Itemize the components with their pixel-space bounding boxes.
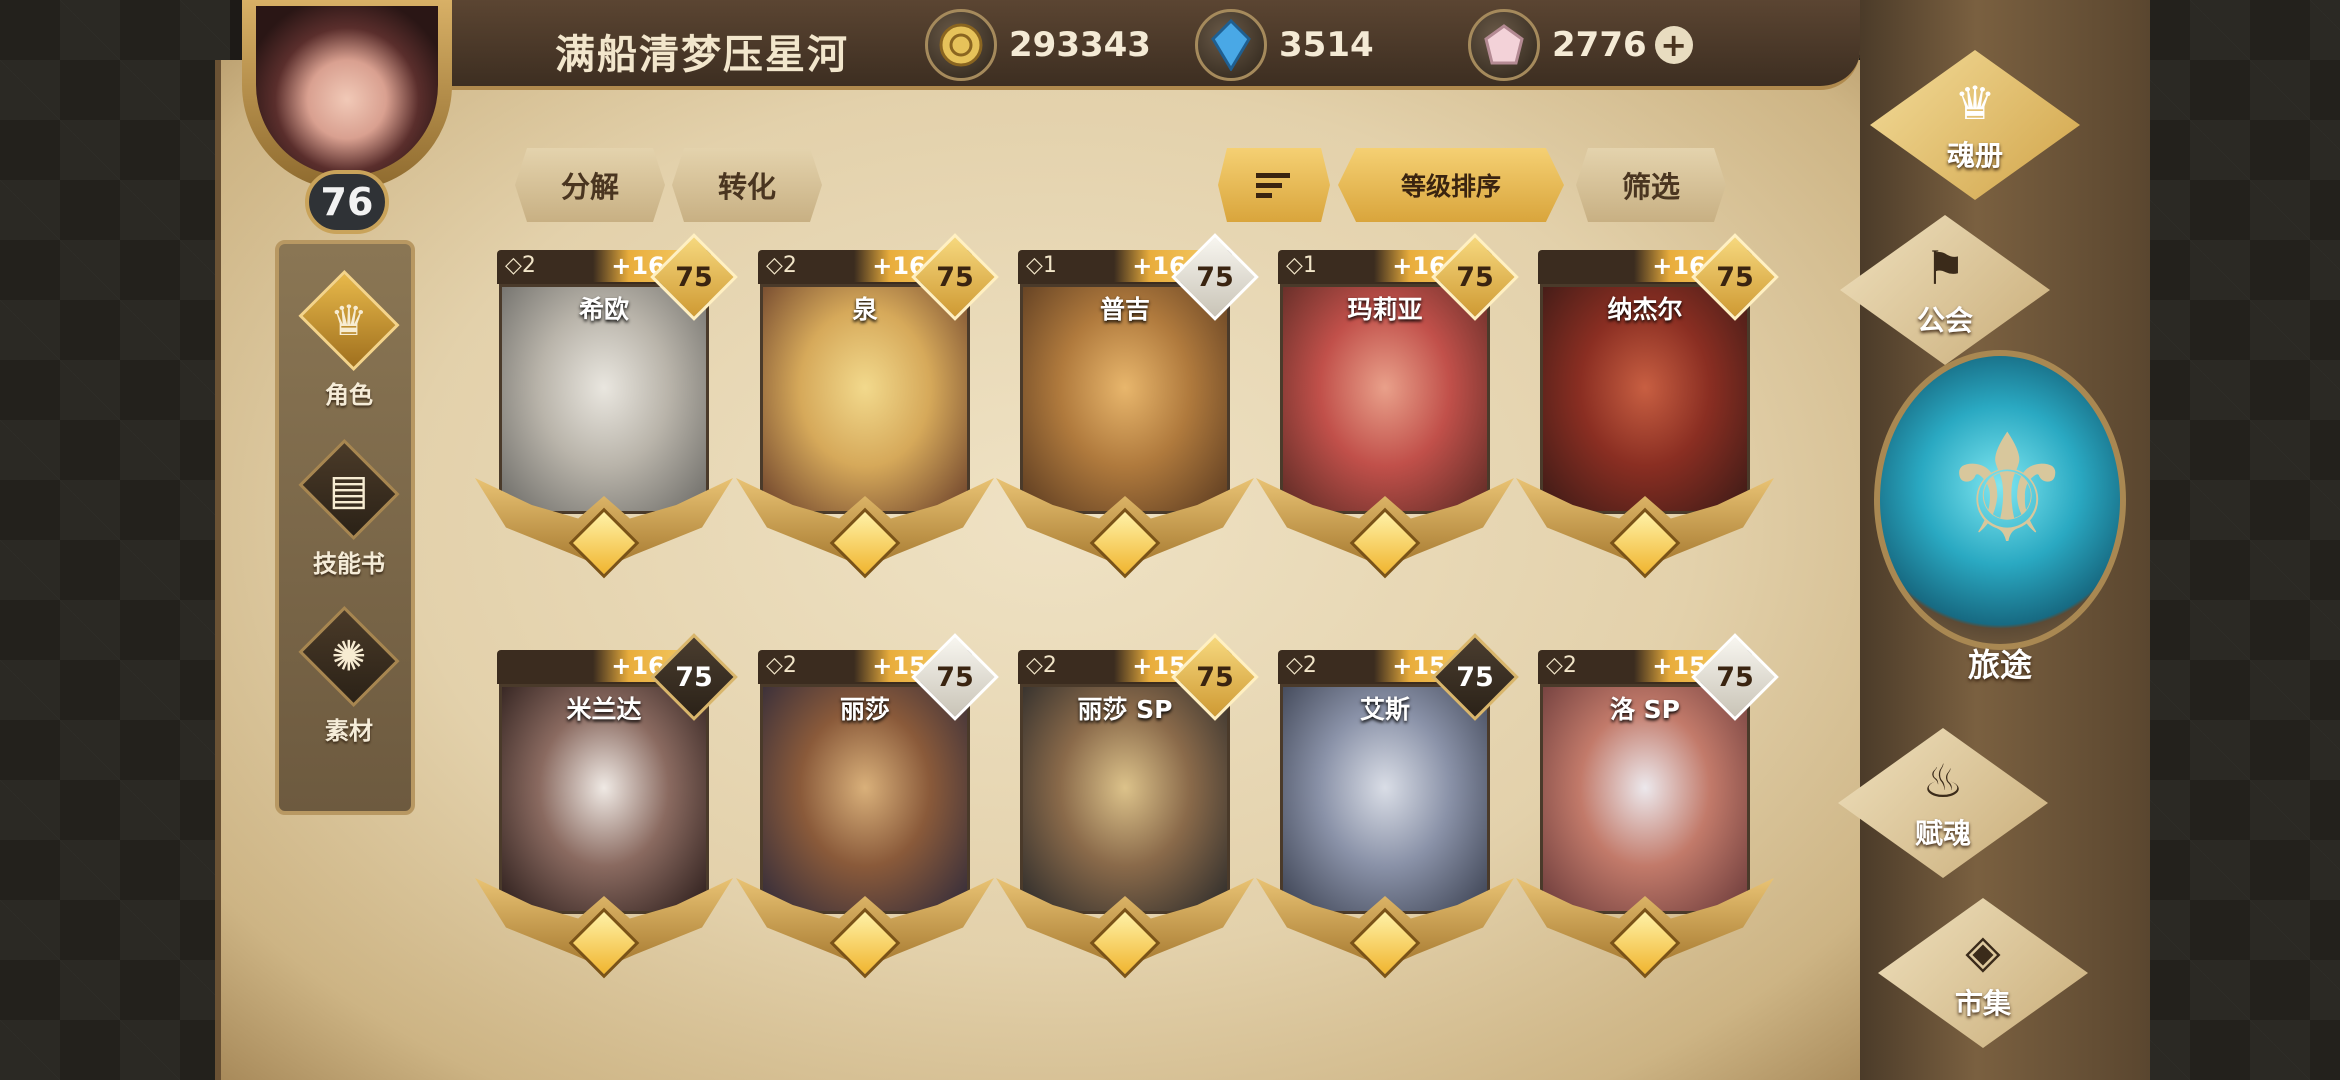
crystal-amount: 3514 xyxy=(1279,25,1374,65)
gold-currency[interactable]: 293343 xyxy=(925,9,1151,81)
sort-list-icon xyxy=(1256,173,1290,198)
blue-crystal-icon xyxy=(1195,9,1267,81)
guild-banner-icon: ⚑ xyxy=(1924,241,1966,295)
nav-item-skill-book[interactable]: ▤ 技能书 xyxy=(279,438,419,579)
nav-item-character[interactable]: ♛ 角色 xyxy=(279,269,419,410)
hero-level: 75 xyxy=(1716,262,1754,293)
card-star-rank: ◇1 xyxy=(1026,253,1057,278)
card-star-rank: ◇1 xyxy=(1286,253,1317,278)
right-menu-label: 魂册 xyxy=(1946,139,2003,172)
filter-button[interactable]: 筛选 xyxy=(1576,148,1726,222)
hero-card[interactable]: +16 米兰达 75 xyxy=(475,633,738,990)
player-name: 满船清梦压星河 xyxy=(555,32,849,78)
pink-gem-icon xyxy=(1468,9,1540,81)
gem-amount: 2776 xyxy=(1552,25,1647,65)
decompose-button[interactable]: 分解 xyxy=(515,148,665,222)
hero-card[interactable]: ◇2 +15 艾斯 75 xyxy=(1256,633,1519,990)
hero-card[interactable]: ◇2 +15 丽莎 75 xyxy=(736,633,999,990)
hero-level: 75 xyxy=(1456,662,1494,693)
hero-card[interactable]: ◇2 +16 泉 75 xyxy=(736,233,999,590)
right-menu-guild[interactable]: ⚑ 公会 xyxy=(1840,215,2050,365)
sort-by-level-button[interactable]: 等级排序 xyxy=(1338,148,1564,222)
left-background-panel xyxy=(0,0,230,1080)
card-star-rank: ◇2 xyxy=(505,253,536,278)
nav-item-materials[interactable]: ✺ 素材 xyxy=(279,605,419,746)
hero-card[interactable]: ◇2 +15 洛 SP 75 xyxy=(1516,633,1779,990)
player-level-badge: 76 xyxy=(305,170,389,234)
hero-card[interactable]: ◇1 +16 普吉 75 xyxy=(996,233,1259,590)
card-star-rank: ◇2 xyxy=(766,653,797,678)
hero-card[interactable]: +16 纳杰尔 75 xyxy=(1516,233,1779,590)
gold-amount: 293343 xyxy=(1009,25,1151,65)
hero-level: 75 xyxy=(1716,662,1754,693)
left-nav: ♛ 角色 ▤ 技能书 ✺ 素材 xyxy=(275,240,415,815)
material-beast-icon: ✺ xyxy=(331,631,367,681)
skill-book-icon: ▤ xyxy=(329,465,369,514)
nav-item-label: 素材 xyxy=(325,717,373,745)
helmet-icon: ♛ xyxy=(330,296,368,345)
journey-label: 旅途 xyxy=(1967,646,2032,684)
right-menu-label: 赋魂 xyxy=(1914,817,1971,850)
right-menu-market[interactable]: ◈ 市集 xyxy=(1878,898,2088,1048)
card-star-rank: ◇2 xyxy=(1546,653,1577,678)
hero-level: 75 xyxy=(1196,662,1234,693)
crystal-currency[interactable]: 3514 xyxy=(1195,9,1374,81)
journey-emblem-icon: ⚜ xyxy=(1940,403,2075,577)
nav-item-label: 技能书 xyxy=(313,550,385,578)
gem-market-icon: ◈ xyxy=(1965,924,2001,978)
hero-card[interactable]: ◇1 +16 玛莉亚 75 xyxy=(1256,233,1519,590)
hero-level: 75 xyxy=(936,662,974,693)
card-star-rank: ◇2 xyxy=(1286,653,1317,678)
hero-card[interactable]: ◇2 +15 丽莎 SP 75 xyxy=(996,633,1259,990)
hero-level: 75 xyxy=(1196,262,1234,293)
hero-level: 75 xyxy=(675,262,713,293)
soul-flame-icon: ♨ xyxy=(1922,754,1964,808)
right-menu-label: 市集 xyxy=(1954,987,2011,1020)
card-star-rank: ◇2 xyxy=(1026,653,1057,678)
hero-level: 75 xyxy=(1456,262,1494,293)
nav-item-label: 角色 xyxy=(325,381,373,409)
hero-card[interactable]: ◇2 +16 希欧 75 xyxy=(475,233,738,590)
right-menu-soul-infuse[interactable]: ♨ 赋魂 xyxy=(1838,728,2048,878)
hero-level: 75 xyxy=(936,262,974,293)
journey-button[interactable]: ⚜ 旅途 xyxy=(1870,350,2130,690)
card-star-rank: ◇2 xyxy=(766,253,797,278)
helmet-icon: ♛ xyxy=(1954,76,1996,130)
right-menu-soul-book[interactable]: ♛ 魂册 xyxy=(1870,50,2080,200)
gold-coin-icon xyxy=(925,9,997,81)
add-gem-button[interactable]: + xyxy=(1654,26,1693,64)
sort-order-button[interactable] xyxy=(1218,148,1330,222)
convert-button[interactable]: 转化 xyxy=(672,148,822,222)
player-avatar[interactable]: 76 xyxy=(212,0,482,240)
hero-level: 75 xyxy=(675,662,713,693)
right-background-panel xyxy=(2130,0,2340,1080)
gem-currency[interactable]: 2776 + xyxy=(1468,9,1693,81)
right-menu-label: 公会 xyxy=(1916,304,1973,337)
